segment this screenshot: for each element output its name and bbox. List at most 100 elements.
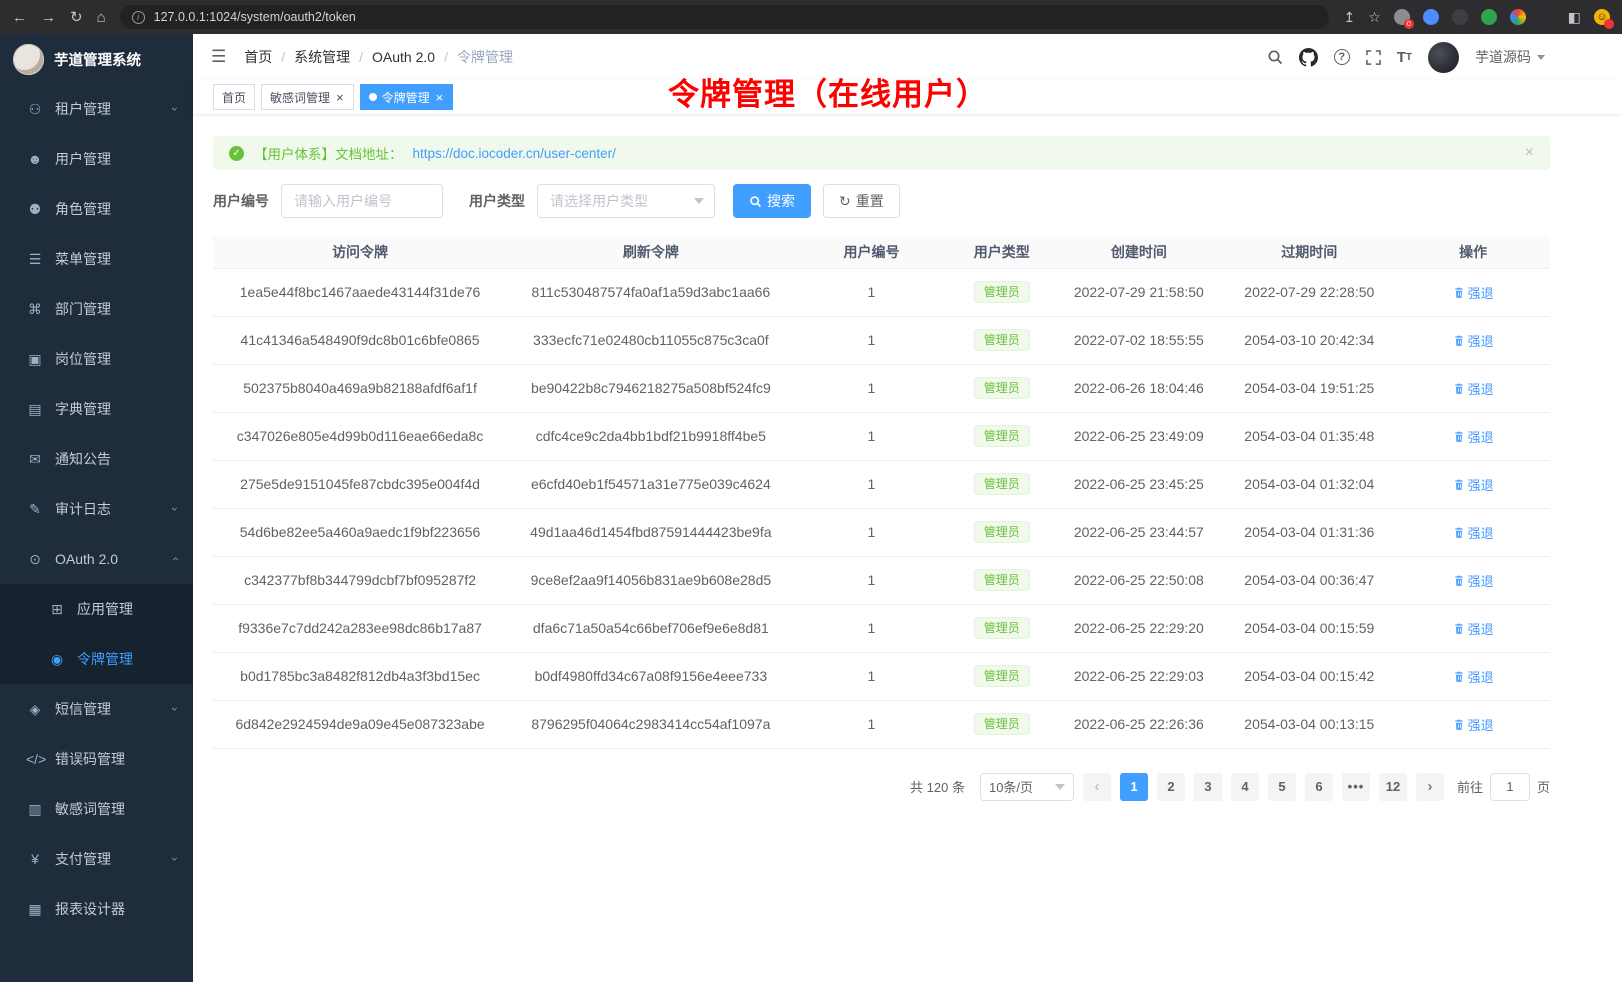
force-logout-button[interactable]: 强退 <box>1453 571 1494 590</box>
sidebar-item-audit[interactable]: ✎审计日志› <box>0 484 193 534</box>
font-size-icon[interactable]: TT <box>1397 49 1412 66</box>
force-logout-button[interactable]: 强退 <box>1453 379 1494 398</box>
next-page-button[interactable]: › <box>1416 773 1444 801</box>
page-button-1[interactable]: 1 <box>1120 773 1148 801</box>
app-logo[interactable]: 芋道管理系统 <box>0 34 193 84</box>
force-logout-button[interactable]: 强退 <box>1453 427 1494 446</box>
force-logout-button[interactable]: 强退 <box>1453 619 1494 638</box>
goto-label: 前往 <box>1457 777 1483 796</box>
github-icon[interactable] <box>1299 48 1318 67</box>
breadcrumb-item[interactable]: OAuth 2.0 <box>372 49 435 65</box>
bookmark-star-icon[interactable]: ☆ <box>1368 10 1381 24</box>
user-menu[interactable]: 芋道源码 <box>1475 47 1545 67</box>
close-icon[interactable]: × <box>335 91 345 104</box>
page-content: ✓ 【用户体系】文档地址： https://doc.iocoder.cn/use… <box>193 114 1622 982</box>
breadcrumb-item[interactable]: 首页 <box>244 47 272 67</box>
sidebar-item-label: 错误码管理 <box>55 749 177 769</box>
sidebar-item-oauth2-app[interactable]: ⊞应用管理 <box>0 584 193 634</box>
page-button-4[interactable]: 4 <box>1231 773 1259 801</box>
sidebar-toggle-icon[interactable]: ☰ <box>211 47 226 67</box>
sidebar-item-user[interactable]: ☻用户管理 <box>0 134 193 184</box>
sidebar-item-sensitive-word[interactable]: ▥敏感词管理 <box>0 784 193 834</box>
profile-avatar-icon[interactable]: ☺ <box>1594 9 1610 25</box>
chevron-down-icon: › <box>168 707 182 711</box>
tab-敏感词管理[interactable]: 敏感词管理× <box>261 84 354 110</box>
forward-icon[interactable]: → <box>41 10 56 25</box>
actions-cell: 强退 <box>1396 652 1550 700</box>
force-logout-button[interactable]: 强退 <box>1453 331 1494 350</box>
sidebar-item-label: 菜单管理 <box>55 249 177 269</box>
force-logout-button[interactable]: 强退 <box>1453 523 1494 542</box>
oauth2-icon: ⊙ <box>26 551 44 568</box>
page-button-2[interactable]: 2 <box>1157 773 1185 801</box>
force-logout-button[interactable]: 强退 <box>1453 475 1494 494</box>
sidebar-item-dict[interactable]: ▤字典管理 <box>0 384 193 434</box>
force-logout-button[interactable]: 强退 <box>1453 715 1494 734</box>
user-id-input[interactable] <box>281 184 443 218</box>
address-bar[interactable]: i 127.0.0.1:1024/system/oauth2/token <box>120 5 1330 29</box>
page-button-6[interactable]: 6 <box>1305 773 1333 801</box>
sidebar-item-label: 令牌管理 <box>77 649 177 669</box>
page-size-select[interactable]: 10条/页 <box>980 773 1074 801</box>
sidebar-item-pay[interactable]: ¥支付管理› <box>0 834 193 884</box>
extension-blue-icon[interactable] <box>1423 9 1439 25</box>
tab-令牌管理[interactable]: 令牌管理× <box>360 84 454 110</box>
active-tab-dot <box>369 93 377 101</box>
page-button-12[interactable]: 12 <box>1379 773 1407 801</box>
extension-pinwheel-icon[interactable] <box>1510 9 1526 25</box>
site-info-icon[interactable]: i <box>132 11 145 24</box>
search-button[interactable]: 搜索 <box>733 184 811 218</box>
home-icon[interactable]: ⌂ <box>97 10 106 25</box>
extension-green-icon[interactable] <box>1481 9 1497 25</box>
help-icon[interactable]: ? <box>1334 49 1350 65</box>
force-logout-button[interactable]: 强退 <box>1453 667 1494 686</box>
user-id-cell: 1 <box>795 268 949 316</box>
sidebar-item-oauth2-token[interactable]: ◉令牌管理 <box>0 634 193 684</box>
sidebar-item-oauth2[interactable]: ⊙OAuth 2.0› <box>0 534 193 584</box>
user-type-cell: 管理员 <box>948 508 1055 556</box>
sidebar-item-notice[interactable]: ✉通知公告 <box>0 434 193 484</box>
back-icon[interactable]: ← <box>12 10 27 25</box>
reload-icon[interactable]: ↻ <box>70 10 83 25</box>
breadcrumb-separator: / <box>359 49 363 65</box>
page-button-3[interactable]: 3 <box>1194 773 1222 801</box>
expires-at-cell: 2054-03-04 00:13:15 <box>1222 700 1396 748</box>
page-button-5[interactable]: 5 <box>1268 773 1296 801</box>
banner-link[interactable]: https://doc.iocoder.cn/user-center/ <box>413 146 616 161</box>
created-at-cell: 2022-06-25 23:45:25 <box>1055 460 1222 508</box>
sidebar-item-post[interactable]: ▣岗位管理 <box>0 334 193 384</box>
more-pages-button[interactable]: ••• <box>1342 773 1370 801</box>
force-logout-button[interactable]: 强退 <box>1453 283 1494 302</box>
table-header-row: 访问令牌刷新令牌用户编号用户类型创建时间过期时间操作 <box>213 236 1550 268</box>
share-icon[interactable]: ↥ <box>1343 10 1355 24</box>
user-type-select[interactable]: 请选择用户类型 <box>537 184 715 218</box>
reset-button[interactable]: ↻ 重置 <box>823 184 900 218</box>
chevron-down-icon: › <box>168 857 182 861</box>
trash-icon <box>1453 623 1465 635</box>
sidebar-item-menu[interactable]: ☰菜单管理 <box>0 234 193 284</box>
sidebar-item-sms[interactable]: ◈短信管理› <box>0 684 193 734</box>
fullscreen-icon[interactable] <box>1366 50 1381 65</box>
actions-cell: 强退 <box>1396 556 1550 604</box>
actions-cell: 强退 <box>1396 412 1550 460</box>
sidebar-item-tenant[interactable]: ⚇租户管理› <box>0 84 193 134</box>
side-panel-icon[interactable]: ◧ <box>1568 10 1581 24</box>
breadcrumb-item[interactable]: 系统管理 <box>294 47 350 67</box>
close-icon[interactable]: × <box>435 91 445 104</box>
banner-close-icon[interactable]: × <box>1525 144 1534 162</box>
sidebar-item-dept[interactable]: ⌘部门管理 <box>0 284 193 334</box>
search-form: 用户编号 用户类型 请选择用户类型 搜索 ↻ 重置 <box>213 184 1550 218</box>
sidebar-item-errcode[interactable]: </>错误码管理 <box>0 734 193 784</box>
extension-dark-icon[interactable] <box>1452 9 1468 25</box>
prev-page-button[interactable]: ‹ <box>1083 773 1111 801</box>
extension-dark2-icon[interactable] <box>1539 9 1555 25</box>
tab-首页[interactable]: 首页 <box>213 84 255 110</box>
sidebar-item-role[interactable]: ⚉角色管理 <box>0 184 193 234</box>
search-icon[interactable] <box>1267 49 1283 65</box>
user-avatar[interactable] <box>1428 42 1459 73</box>
sidebar-item-report[interactable]: ▦报表设计器 <box>0 884 193 934</box>
trash-icon <box>1453 287 1465 299</box>
expires-at-cell: 2022-07-29 22:28:50 <box>1222 268 1396 316</box>
goto-page-input[interactable] <box>1490 773 1530 801</box>
extension-badge-icon[interactable]: 0 <box>1394 9 1410 25</box>
